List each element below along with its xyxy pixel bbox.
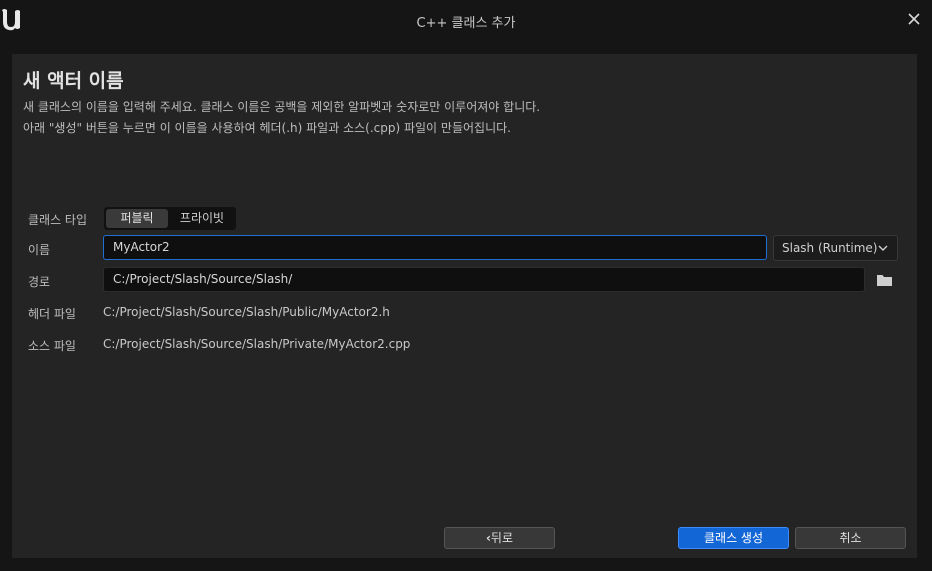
create-class-button[interactable]: 클래스 생성 <box>678 527 789 549</box>
class-type-toggle: 퍼블릭 프라이빗 <box>104 207 236 230</box>
folder-icon[interactable] <box>876 273 893 287</box>
back-button[interactable]: ‹뒤로 <box>444 527 555 549</box>
title-bar: C++ 클래스 추가 <box>0 0 932 40</box>
class-name-input[interactable]: MyActor2 <box>103 235 767 260</box>
class-type-public-option[interactable]: 퍼블릭 <box>106 209 168 228</box>
chevron-down-icon <box>878 245 888 251</box>
class-type-private-option[interactable]: 프라이빗 <box>170 209 234 228</box>
module-dropdown[interactable]: Slash (Runtime) <box>773 235 898 261</box>
back-button-label: 뒤로 <box>490 531 514 545</box>
class-type-label: 클래스 타입 <box>28 213 88 227</box>
close-icon[interactable] <box>907 12 921 26</box>
cancel-button[interactable]: 취소 <box>795 527 906 549</box>
page-title: 새 액터 이름 <box>23 70 124 92</box>
path-input[interactable]: C:/Project/Slash/Source/Slash/ <box>103 267 865 292</box>
header-file-path: C:/Project/Slash/Source/Slash/Public/MyA… <box>103 305 390 319</box>
description-line-2: 아래 "생성" 버튼을 누르면 이 이름을 사용하여 헤더(.h) 파일과 소스… <box>23 121 511 135</box>
source-file-path: C:/Project/Slash/Source/Slash/Private/My… <box>103 337 411 351</box>
description-line-1: 새 클래스의 이름을 입력해 주세요. 클래스 이름은 공백을 제외한 알파벳과… <box>23 100 541 114</box>
header-file-label: 헤더 파일 <box>28 307 76 321</box>
module-dropdown-value: Slash (Runtime) <box>782 241 878 255</box>
dialog-panel: 새 액터 이름 새 클래스의 이름을 입력해 주세요. 클래스 이름은 공백을 … <box>12 54 917 558</box>
path-label: 경로 <box>28 275 51 289</box>
source-file-label: 소스 파일 <box>28 339 76 353</box>
window-title: C++ 클래스 추가 <box>416 16 516 31</box>
name-label: 이름 <box>28 243 51 257</box>
